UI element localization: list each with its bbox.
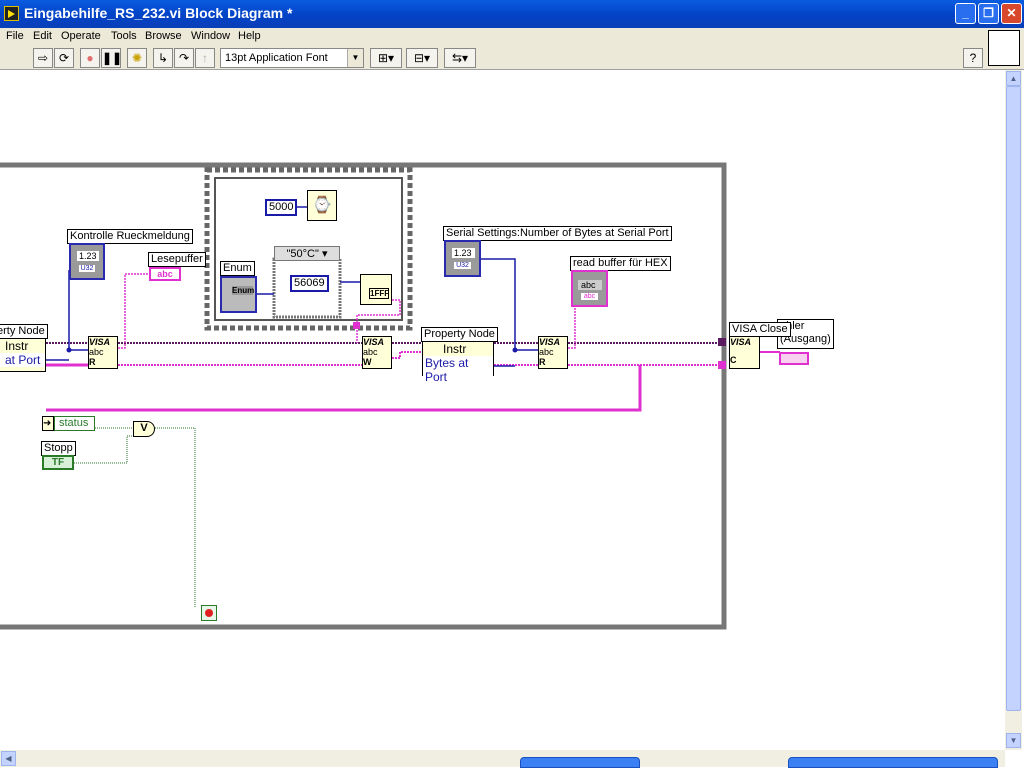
visa-write[interactable]: VISA abc W — [362, 336, 392, 369]
enum-value: Enum — [232, 286, 255, 295]
serial-settings-label: Serial Settings:Number of Bytes at Seria… — [443, 226, 672, 241]
serial-settings-type: U32 — [454, 262, 471, 269]
read-hex-label: read buffer für HEX — [570, 256, 671, 271]
visa-close-mode: C — [730, 355, 737, 365]
visa-close[interactable]: VISA C — [729, 336, 760, 369]
stopp-label: Stopp — [41, 441, 76, 456]
visa-read-2-title: VISA — [539, 337, 561, 347]
property-node-right-prop: Bytes at Port — [423, 356, 493, 384]
visa-close-title: VISA — [730, 337, 752, 347]
property-node-prop: at Port — [0, 353, 45, 367]
visa-read-1-mode: R — [89, 357, 96, 367]
enum-control[interactable]: Enum — [220, 276, 257, 313]
vertical-scroll-thumb[interactable] — [1006, 86, 1021, 711]
visa-write-title: VISA — [363, 337, 385, 347]
kontrolle-indicator[interactable]: 1.23 U32 — [69, 243, 105, 280]
scroll-left-icon[interactable]: ◀ — [1, 751, 16, 766]
visa-write-mode: W — [363, 357, 372, 367]
property-node-left[interactable]: Instr at Port — [0, 338, 46, 372]
scroll-down-icon[interactable]: ▼ — [1006, 733, 1021, 748]
visa-read-1[interactable]: VISA abc R — [88, 336, 118, 369]
visa-read-1-title: VISA — [89, 337, 111, 347]
enum-label: Enum — [220, 261, 255, 276]
kontrolle-value: 1.23 — [77, 251, 99, 261]
visa-read-1-type: abc — [89, 347, 104, 357]
hex-format: 1FFF — [369, 288, 390, 299]
property-node-right-title: Property Node — [421, 327, 498, 342]
wires-and-structures — [0, 162, 780, 630]
wait-ms-constant[interactable]: 5000 — [265, 199, 298, 216]
taskbar-window-2[interactable] — [788, 757, 998, 768]
taskbar-window-1[interactable] — [520, 757, 640, 768]
property-node-right[interactable]: Instr Bytes at Port — [422, 341, 494, 384]
visa-read-2-type: abc — [539, 347, 554, 357]
visa-close-label: VISA Close — [729, 322, 791, 337]
kontrolle-label: Kontrolle Rueckmeldung — [67, 229, 193, 244]
loop-condition-stop-icon[interactable] — [201, 605, 217, 621]
scroll-up-icon[interactable]: ▲ — [1006, 71, 1021, 86]
lesepuffer-label: Lesepuffer — [148, 252, 206, 267]
read-hex-type: abc — [581, 293, 598, 300]
read-hex-value: abc — [578, 280, 602, 290]
number-to-hex-string[interactable]: 1FFF — [360, 274, 392, 305]
lesepuffer-indicator[interactable]: abc — [149, 267, 181, 281]
kontrolle-type: U32 — [79, 265, 95, 272]
case-selector[interactable]: "50°C" ▾ — [274, 246, 340, 261]
property-node-ref: Instr — [5, 339, 29, 353]
unbundle-arrow-icon: ➜ — [42, 416, 54, 431]
serial-settings-indicator[interactable]: 1.23 U32 — [444, 240, 481, 277]
visa-read-2[interactable]: VISA abc R — [538, 336, 568, 369]
property-node-right-ref: Instr — [443, 342, 467, 356]
read-hex-indicator[interactable]: abc abc — [571, 270, 608, 307]
case-numeric-constant[interactable]: 56069 — [290, 275, 329, 292]
error-out-indicator[interactable] — [779, 352, 809, 365]
vertical-scrollbar[interactable]: ▲ ▼ — [1005, 70, 1022, 750]
property-node-left-title: erty Node — [0, 324, 48, 339]
visa-write-type: abc — [363, 347, 378, 357]
case-selector-value: "50°C" — [286, 248, 319, 260]
wait-timer-icon[interactable]: ⌚ — [307, 190, 337, 221]
or-gate[interactable]: V — [133, 421, 155, 437]
visa-read-2-mode: R — [539, 357, 546, 367]
stopp-control[interactable]: TF — [42, 455, 74, 470]
serial-settings-value: 1.23 — [452, 248, 475, 258]
status-unbundle[interactable]: status — [54, 416, 95, 431]
